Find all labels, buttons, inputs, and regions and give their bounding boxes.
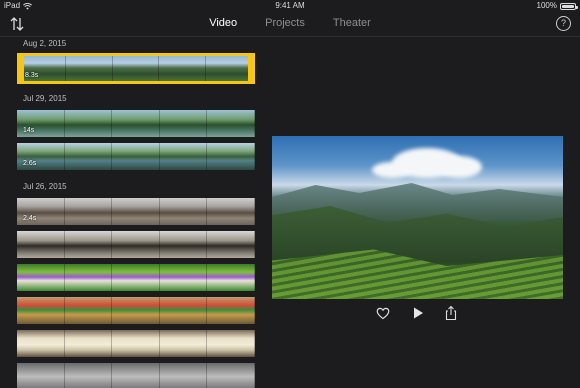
- clip-thumbnail: [64, 110, 113, 137]
- date-header: Aug 2, 2015: [23, 39, 67, 48]
- date-header: Jul 29, 2015: [23, 94, 67, 103]
- video-preview[interactable]: [272, 136, 563, 299]
- clip-thumbnail: [64, 198, 113, 225]
- clip-duration: 2.4s: [23, 215, 37, 222]
- status-right: 100%: [536, 0, 578, 12]
- battery-icon: [560, 2, 578, 10]
- cloud-shape: [372, 162, 412, 178]
- status-bar: iPad 9:41 AM 100%: [0, 0, 580, 12]
- top-nav-bar: Video Projects Theater ?: [0, 12, 580, 37]
- tab-projects[interactable]: Projects: [265, 12, 305, 36]
- clip-thumbnail: [112, 231, 160, 258]
- clip-thumbnail: [206, 55, 253, 82]
- clip-thumbnail: [17, 363, 65, 388]
- clip-thumbnail: [159, 330, 208, 357]
- clip-thumbnail: [17, 264, 65, 291]
- clip-thumbnail: [159, 231, 208, 258]
- clip-thumbnail: [159, 110, 208, 137]
- tab-video[interactable]: Video: [209, 12, 237, 36]
- video-clip[interactable]: [17, 297, 255, 324]
- clip-thumbnail: [112, 55, 160, 82]
- tab-theater[interactable]: Theater: [333, 12, 371, 36]
- clip-duration: 8.3s: [25, 72, 39, 79]
- selection-handle-right[interactable]: [248, 55, 253, 82]
- clip-thumbnail: [207, 231, 255, 258]
- video-clip[interactable]: [17, 264, 255, 291]
- clip-thumbnail: [159, 363, 208, 388]
- clip-thumbnail: [112, 363, 160, 388]
- clip-thumbnail: [159, 264, 208, 291]
- clip-thumbnail: [159, 143, 208, 170]
- clip-thumbnail: [64, 264, 113, 291]
- clip-thumbnail: [207, 297, 255, 324]
- clip-thumbnail: [159, 55, 207, 82]
- clip-thumbnail: [112, 264, 160, 291]
- clip-thumbnail: [159, 297, 208, 324]
- video-clip[interactable]: 8.3s: [17, 53, 255, 84]
- clip-thumbnail: [64, 363, 113, 388]
- clip-thumbnail: [17, 297, 65, 324]
- clip-thumbnail: [207, 330, 255, 357]
- share-icon[interactable]: [443, 305, 459, 321]
- help-button[interactable]: ?: [556, 16, 571, 31]
- clip-thumbnail: [112, 297, 160, 324]
- clip-thumbnail: [207, 198, 255, 225]
- video-clip[interactable]: 2.4s: [17, 198, 255, 225]
- viewer-controls: [272, 303, 563, 323]
- battery-percent: 100%: [536, 1, 557, 10]
- clip-thumbnail: [112, 110, 160, 137]
- clip-thumbnail: [207, 110, 255, 137]
- clip-duration: 2.6s: [23, 160, 37, 167]
- clip-browser[interactable]: Aug 2, 2015 8.3s Jul 29, 2015 14s 2.6s Jul 26…: [0, 37, 262, 388]
- clip-duration: 14s: [23, 127, 35, 134]
- video-clip[interactable]: [17, 231, 255, 258]
- date-header: Jul 26, 2015: [23, 182, 67, 191]
- video-clip[interactable]: [17, 363, 255, 388]
- video-clip[interactable]: [17, 330, 255, 357]
- video-clip[interactable]: 14s: [17, 110, 255, 137]
- clip-thumbnail: [112, 143, 160, 170]
- video-clip[interactable]: 2.6s: [17, 143, 255, 170]
- clip-thumbnail: [17, 231, 65, 258]
- clip-thumbnail: [207, 363, 255, 388]
- tab-bar: Video Projects Theater: [0, 12, 580, 36]
- clip-thumbnail: [159, 198, 208, 225]
- cloud-shape: [437, 156, 482, 178]
- selection-handle-left[interactable]: [19, 55, 24, 82]
- status-time: 9:41 AM: [275, 1, 305, 10]
- clip-thumbnail: [64, 297, 113, 324]
- clip-thumbnail: [207, 143, 255, 170]
- clip-thumbnail: [64, 231, 113, 258]
- clip-thumbnail: [207, 264, 255, 291]
- clip-thumbnail: [112, 198, 160, 225]
- play-icon[interactable]: [410, 305, 426, 321]
- heart-icon[interactable]: [375, 305, 391, 321]
- clip-thumbnail: [64, 143, 113, 170]
- clip-thumbnail: [17, 330, 65, 357]
- clip-thumbnail: [112, 330, 160, 357]
- clip-thumbnail: [65, 55, 113, 82]
- clip-thumbnail: [64, 330, 113, 357]
